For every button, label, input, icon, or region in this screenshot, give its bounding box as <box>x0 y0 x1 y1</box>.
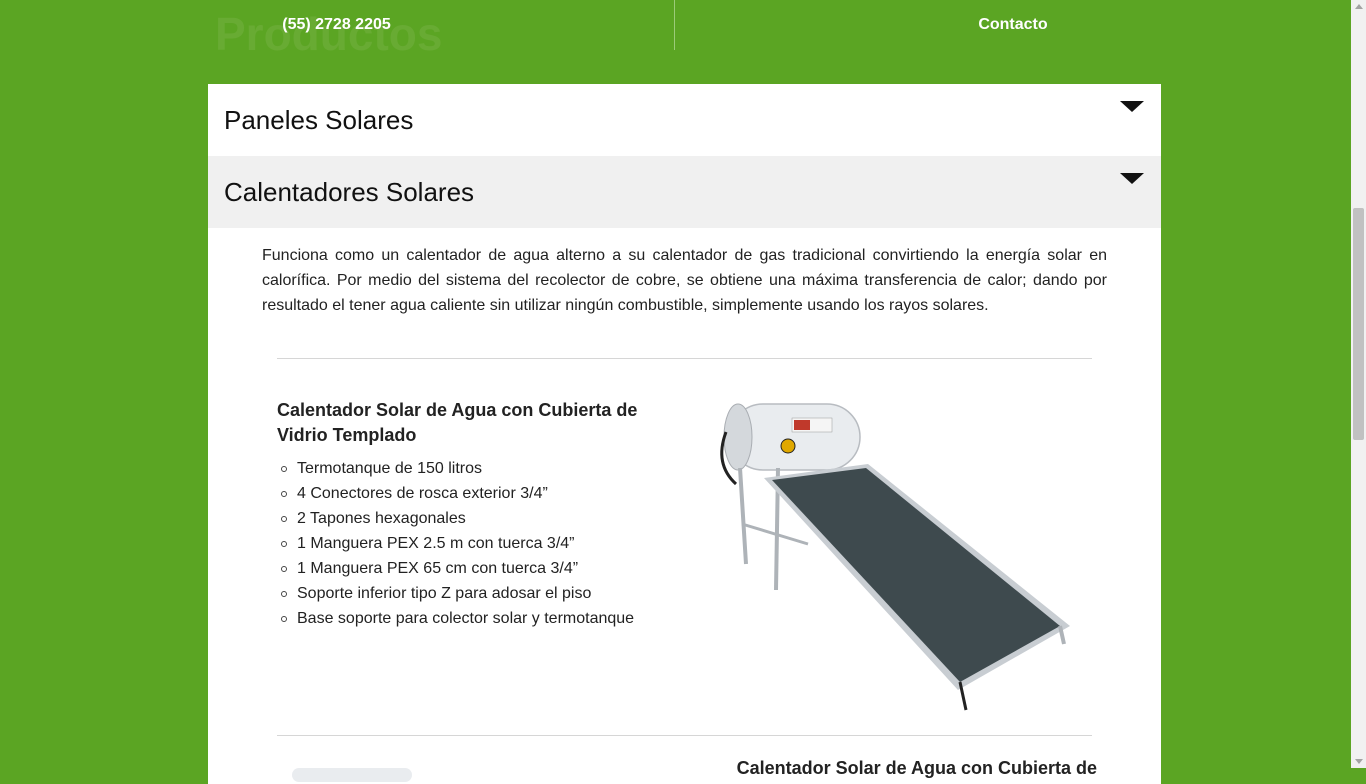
caret-down-icon <box>1120 101 1144 112</box>
accordion-header-calentadores-solares[interactable]: Calentadores Solares <box>208 156 1161 228</box>
list-item: Termotanque de 150 litros <box>280 456 634 481</box>
scrollbar[interactable] <box>1351 0 1366 768</box>
accordion-title: Paneles Solares <box>224 104 414 135</box>
list-item: 1 Manguera PEX 2.5 m con tuerca 3/4” <box>280 531 634 556</box>
separator <box>277 735 1092 736</box>
scrollbar-thumb[interactable] <box>1353 208 1364 440</box>
contact-link[interactable]: Contacto <box>675 0 1351 52</box>
category-description: Funciona como un calentador de agua alte… <box>262 247 1107 314</box>
caret-down-icon <box>1120 173 1144 184</box>
products-panel: Paneles Solares Calentadores Solares Fun… <box>208 84 1161 784</box>
solar-heater-image <box>720 403 1070 711</box>
next-product-image <box>292 768 412 782</box>
list-item: 4 Conectores de rosca exterior 3/4” <box>280 481 634 506</box>
list-item: 2 Tapones hexagonales <box>280 506 634 531</box>
product-features-list: Termotanque de 150 litros 4 Conectores d… <box>277 456 634 631</box>
separator <box>277 358 1092 359</box>
list-item: Soporte inferior tipo Z para adosar el p… <box>280 581 634 606</box>
product-title: Calentador Solar de Agua con Cubierta de… <box>277 400 638 445</box>
top-bar: (55) 2728 2205 Contacto <box>0 0 1351 52</box>
next-product-title: Calentador Solar de Agua con Cubierta de <box>736 758 1097 778</box>
accordion-header-paneles-solares[interactable]: Paneles Solares <box>208 84 1161 156</box>
scroll-up-arrow-icon[interactable] <box>1355 4 1363 9</box>
list-item: Base soporte para colector solar y termo… <box>280 606 634 631</box>
accordion-title: Calentadores Solares <box>224 176 475 207</box>
list-item: 1 Manguera PEX 65 cm con tuerca 3/4” <box>280 556 634 581</box>
phone-link[interactable]: (55) 2728 2205 <box>0 0 673 52</box>
scroll-down-arrow-icon[interactable] <box>1355 759 1363 764</box>
